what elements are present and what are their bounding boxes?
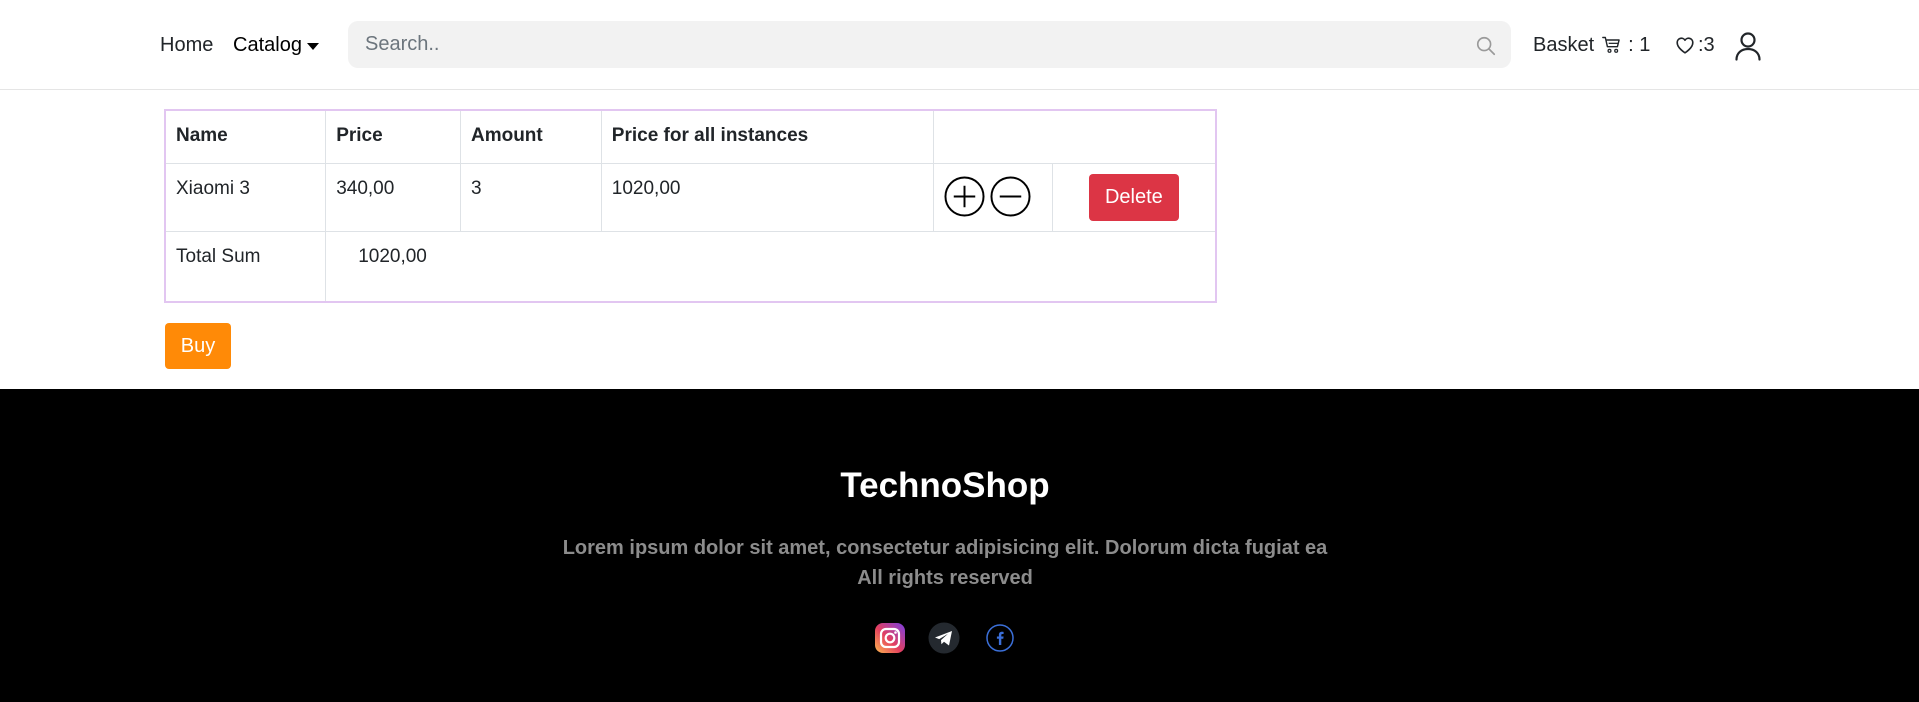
header-actions bbox=[932, 109, 1217, 164]
minus-circle-icon[interactable] bbox=[990, 175, 1031, 217]
item-name: Xiaomi 3 bbox=[164, 162, 327, 232]
telegram-icon[interactable] bbox=[928, 622, 960, 654]
total-label: Total Sum bbox=[164, 230, 327, 303]
instagram-icon[interactable] bbox=[874, 622, 906, 654]
favorites-link[interactable]: :3 bbox=[1674, 33, 1715, 57]
header-amount: Amount bbox=[459, 109, 602, 164]
footer-title: TechnoShop bbox=[840, 466, 1050, 505]
basket-label: Basket bbox=[1533, 34, 1595, 56]
header-price-all: Price for all instances bbox=[600, 109, 934, 164]
footer: TechnoShop Lorem ipsum dolor sit amet, c… bbox=[0, 389, 1919, 702]
nav-home-link[interactable]: Home bbox=[160, 33, 213, 57]
basket-count: : 1 bbox=[1628, 34, 1651, 56]
total-value: 1020,00 bbox=[325, 230, 1217, 303]
delete-button[interactable]: Delete bbox=[1088, 173, 1179, 221]
cart-icon bbox=[1602, 36, 1620, 53]
delete-cell: Delete bbox=[1051, 162, 1217, 232]
plus-circle-icon[interactable] bbox=[944, 175, 985, 217]
header: Home Catalog Basket : 1 :3 bbox=[0, 0, 1919, 90]
header-name: Name bbox=[164, 109, 327, 164]
heart-icon bbox=[1676, 37, 1694, 54]
total-row: Total Sum 1020,00 bbox=[164, 230, 1217, 303]
quantity-controls bbox=[932, 162, 1053, 232]
table-row: Xiaomi 3 340,00 3 1020,00 Delete bbox=[164, 162, 1217, 232]
buy-button[interactable]: Buy bbox=[165, 323, 231, 369]
footer-text: Lorem ipsum dolor sit amet, consectetur … bbox=[562, 537, 1328, 589]
caret-down-icon bbox=[306, 42, 319, 50]
user-icon[interactable] bbox=[1734, 31, 1762, 61]
header-price: Price bbox=[325, 109, 461, 164]
table-header-row: Name Price Amount Price for all instance… bbox=[164, 109, 1217, 164]
basket-link[interactable]: Basket : 1 bbox=[1533, 33, 1650, 57]
nav-catalog-label: Catalog bbox=[233, 34, 302, 56]
search-bar bbox=[348, 21, 1511, 68]
favorites-count: :3 bbox=[1698, 34, 1715, 56]
facebook-icon[interactable] bbox=[984, 622, 1016, 654]
nav-catalog-dropdown[interactable]: Catalog bbox=[233, 33, 319, 57]
item-amount: 3 bbox=[459, 162, 602, 232]
search-icon[interactable] bbox=[1475, 35, 1497, 57]
search-input[interactable] bbox=[348, 21, 1458, 68]
basket-table: Name Price Amount Price for all instance… bbox=[164, 109, 1217, 303]
item-price: 340,00 bbox=[325, 162, 461, 232]
item-total: 1020,00 bbox=[600, 162, 934, 232]
